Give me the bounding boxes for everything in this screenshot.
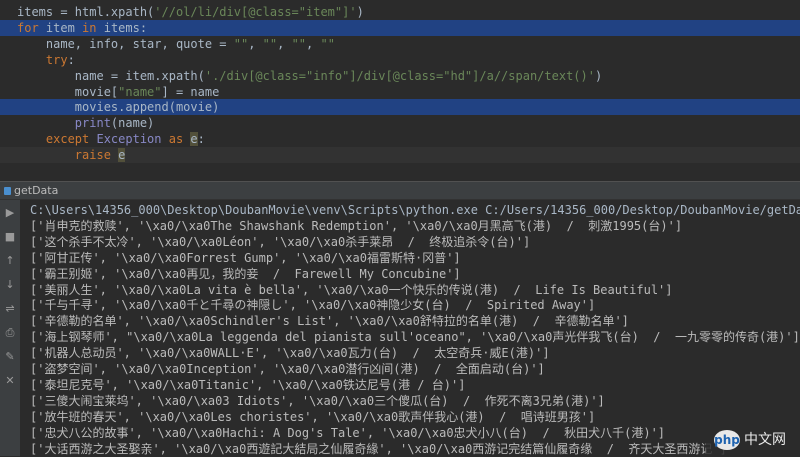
pin-icon[interactable]: ✎ — [3, 350, 17, 364]
console-output-line: ['盗梦空间', '\xa0/\xa0Inception', '\xa0/\xa… — [30, 362, 545, 376]
code-token: items: — [103, 21, 148, 35]
code-line[interactable]: movie["name"] = name — [17, 84, 220, 100]
code-line-row: name = item.xpath('./div[@class="info"]/… — [0, 68, 800, 84]
console-output-line: ['泰坦尼克号', '\xa0/\xa0Titanic', '\xa0/\xa0… — [30, 377, 466, 392]
code-line-row: movie["name"] = name — [0, 84, 800, 100]
code-line[interactable]: raise e — [17, 147, 126, 163]
code-token: as — [168, 132, 191, 146]
code-token: ) — [356, 5, 364, 19]
tab-getdata[interactable]: getData — [2, 182, 58, 199]
code-token: movies.append(movie) — [17, 100, 220, 114]
code-token: ) — [594, 69, 603, 83]
code-token: "name" — [118, 85, 162, 99]
trash-icon[interactable]: ✕ — [3, 374, 17, 388]
code-token: print — [74, 116, 111, 130]
scroll-up-icon[interactable]: ↑ — [3, 254, 17, 268]
code-line[interactable]: items = html.xpath('//ol/li/div[@class="… — [17, 4, 364, 20]
code-token: name = item.xpath( — [17, 69, 205, 83]
code-token: e — [118, 148, 126, 162]
code-line-row: name, info, star, quote = "", "", "", "" — [0, 36, 800, 52]
code-token: except — [45, 132, 97, 146]
console-output-line: ['千与千寻', '\xa0/\xa0千と千尋の神隠し', '\xa0/\xa0… — [30, 298, 596, 313]
run-console-output[interactable]: C:\Users\14356_000\Desktop\DoubanMovie\v… — [21, 200, 800, 456]
code-token: items = html.xpath( — [17, 5, 155, 19]
code-line-row: items = html.xpath('//ol/li/div[@class="… — [0, 4, 800, 20]
console-output-line: ['忠犬八公的故事', '\xa0/\xa0Hachi: A Dog's Tal… — [30, 425, 666, 440]
code-token: (name) — [110, 116, 155, 130]
console-output-line: ['辛德勒的名单', '\xa0/\xa0Schindler's List', … — [30, 314, 629, 329]
console-output-line: ['大话西游之大圣娶亲', '\xa0/\xa0西遊記大結局之仙履奇緣', '\… — [30, 441, 727, 456]
code-token: : — [197, 132, 205, 146]
code-token: try — [45, 53, 68, 67]
code-token: : — [67, 53, 75, 67]
console-output-line: ['阿甘正传', '\xa0/\xa0Forrest Gump', '\xa0/… — [30, 250, 461, 265]
code-token: , — [306, 37, 321, 51]
code-token: "" — [233, 37, 249, 51]
code-line[interactable]: try: — [17, 52, 75, 68]
code-token: in — [82, 21, 104, 35]
code-line-row: movies.append(movie) — [0, 99, 800, 115]
console-output-line: ['肖申克的救赎', '\xa0/\xa0The Shawshank Redem… — [30, 218, 683, 233]
console-output-line: ['这个杀手不太冷', '\xa0/\xa0Léon', '\xa0/\xa0杀… — [30, 234, 531, 249]
code-line[interactable]: movies.append(movie) — [17, 99, 220, 115]
tab-label: getData — [14, 184, 59, 197]
stop-icon[interactable]: ■ — [3, 230, 17, 244]
code-token: raise — [74, 148, 119, 162]
code-token: , — [248, 37, 263, 51]
code-token: movie[ — [17, 85, 119, 99]
code-line[interactable]: name = item.xpath('./div[@class="info"]/… — [17, 68, 602, 84]
watermark-text: 中文网 — [744, 432, 786, 448]
console-command-line: C:\Users\14356_000\Desktop\DoubanMovie\v… — [30, 203, 800, 217]
code-line-row: for item in items: — [0, 20, 800, 36]
soft-wrap-icon[interactable]: ⇌ — [3, 302, 17, 316]
code-line[interactable]: for item in items: — [17, 20, 147, 36]
php-watermark: php 中文网 — [706, 424, 800, 456]
console-output-line: ['放牛班的春天', '\xa0/\xa0Les choristes', '\x… — [30, 409, 596, 424]
console-output-line: ['机器人总动员', '\xa0/\xa0WALL·E', '\xa0/\xa0… — [30, 346, 550, 361]
console-output-line: ['霸王别姬', '\xa0/\xa0再见，我的妾 / Farewell My … — [30, 266, 461, 281]
rerun-icon[interactable]: ▶ — [3, 206, 17, 220]
code-token: , — [277, 37, 292, 51]
code-token: item — [45, 21, 83, 35]
code-token: Exception — [96, 132, 169, 146]
run-tool-window-header: getData — [0, 181, 800, 200]
python-file-icon — [4, 187, 11, 195]
console-output-line: ['美丽人生', '\xa0/\xa0La vita è bella', '\x… — [30, 282, 673, 297]
php-logo: php — [714, 430, 740, 450]
code-line-row: try: — [0, 52, 800, 68]
code-line[interactable]: name, info, star, quote = "", "", "", "" — [17, 36, 335, 52]
code-token: name, info, star, quote = — [17, 37, 234, 51]
code-line[interactable]: except Exception as e: — [17, 131, 205, 147]
code-token: for — [17, 21, 46, 35]
code-token: "" — [291, 37, 307, 51]
code-line-row: print(name) — [0, 115, 800, 131]
code-token: ] = name — [161, 85, 220, 99]
run-toolbar: ▶ ■ ↑ ↓ ⇌ ⎙ ✎ ✕ — [0, 200, 21, 456]
code-token: '//ol/li/div[@class="item"]' — [154, 5, 357, 19]
code-token: './div[@class="info"]/div[@class="hd"]/a… — [204, 69, 595, 83]
print-icon[interactable]: ⎙ — [3, 326, 17, 340]
scroll-down-icon[interactable]: ↓ — [3, 278, 17, 292]
code-token: "" — [320, 37, 335, 51]
code-line[interactable]: print(name) — [17, 115, 154, 131]
console-output-line: ['三傻大闹宝莱坞', '\xa0/\xa03 Idiots', '\xa0/\… — [30, 393, 605, 408]
console-output-line: ['海上钢琴师', "\xa0/\xa0La leggenda del pian… — [30, 330, 800, 345]
code-line-row: raise e — [0, 147, 800, 163]
code-editor[interactable]: items = html.xpath('//ol/li/div[@class="… — [0, 0, 800, 166]
code-token: "" — [262, 37, 278, 51]
code-token: e — [190, 132, 198, 146]
code-line-row: except Exception as e: — [0, 131, 800, 147]
